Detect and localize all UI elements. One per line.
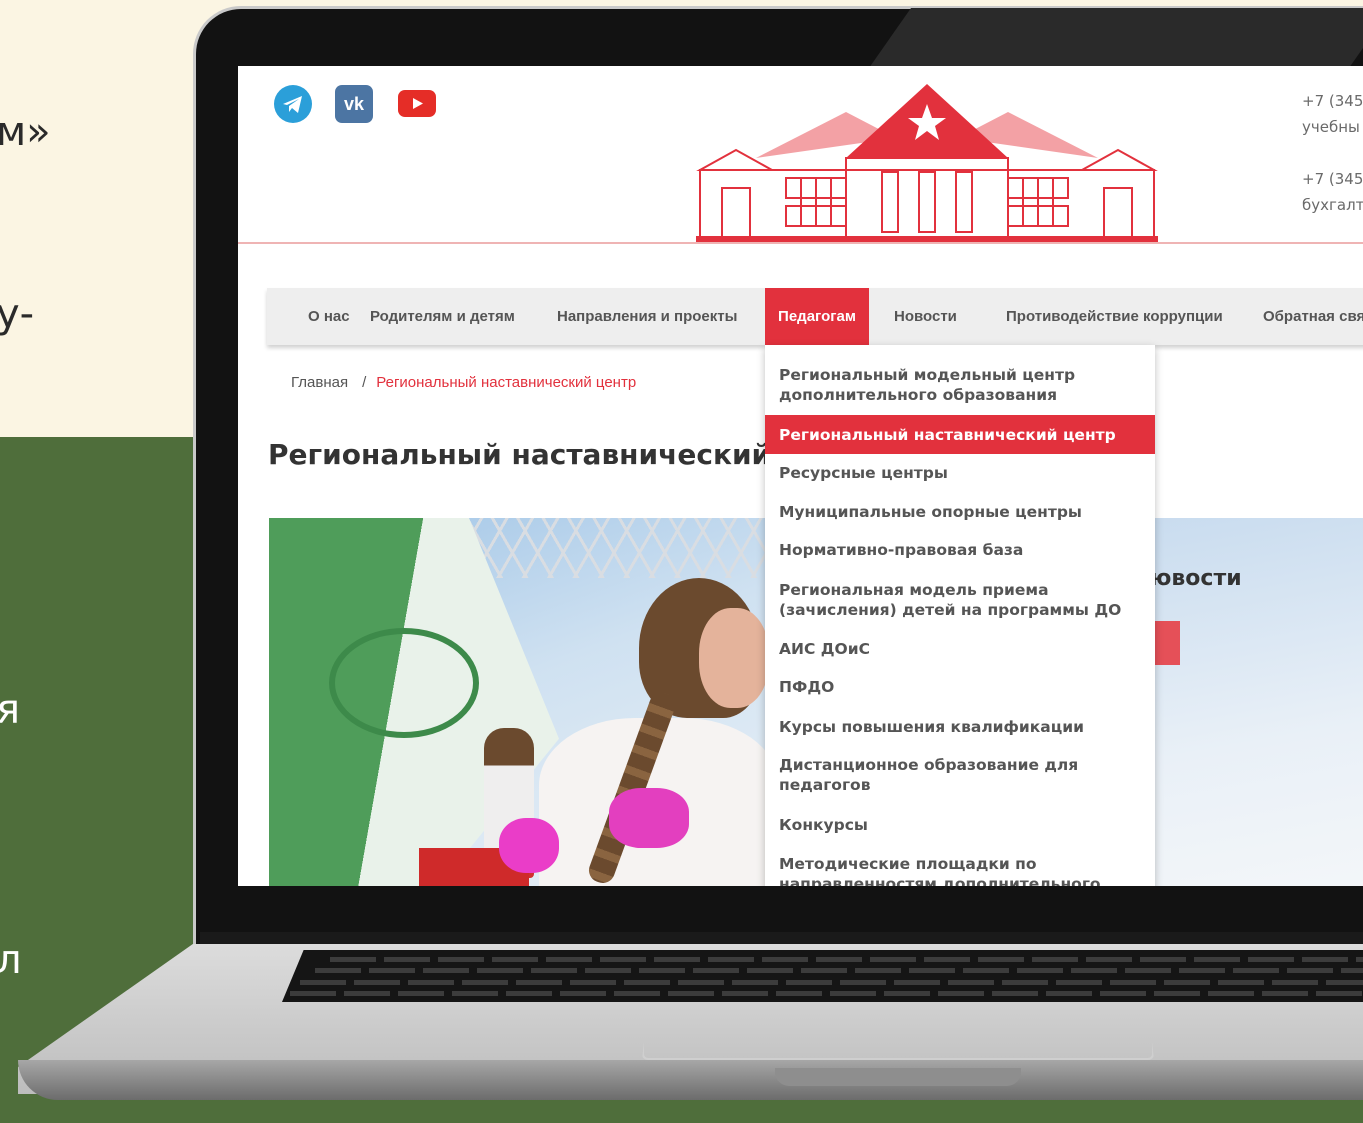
laptop-lid-reflection — [868, 8, 1363, 68]
dropdown-item-legal-base[interactable]: Нормативно-правовая база — [765, 540, 1155, 560]
laptop-base-front — [18, 1060, 1363, 1100]
youtube-play-glyph — [413, 98, 423, 109]
dancer-pink-bow-2 — [499, 818, 559, 873]
phone-1-label: учебны — [1302, 118, 1360, 136]
stage-truss — [449, 518, 769, 578]
dropdown-item-methodical-sites[interactable]: Методические площадки по направленностям… — [765, 854, 1155, 886]
flag-emblem — [329, 628, 479, 738]
slide-text-fragment-3: я — [0, 687, 21, 733]
dropdown-item-resource-centers[interactable]: Ресурсные центры — [765, 463, 1155, 483]
keyboard-row — [315, 968, 1363, 973]
dropdown-item-model-center[interactable]: Региональный модельный центр дополнитель… — [765, 365, 1155, 405]
news-section-title: ювости — [1150, 566, 1242, 591]
breadcrumb-home[interactable]: Главная — [291, 374, 348, 391]
keyboard-row — [290, 991, 1363, 996]
nav-item-parents[interactable]: Родителям и детям — [370, 288, 515, 345]
teachers-dropdown-menu: Региональный модельный центр дополнитель… — [765, 345, 1155, 886]
breadcrumb-separator: / — [362, 374, 367, 391]
breadcrumb-current: Региональный наставнический центр — [376, 374, 637, 391]
keyboard-row — [330, 957, 1363, 962]
hero-photo — [269, 518, 769, 886]
header-contacts: +7 (345 учебны +7 (345 бухгалт — [1302, 88, 1363, 218]
site-logo-building[interactable] — [696, 80, 1158, 244]
dropdown-item-contests[interactable]: Конкурсы — [765, 815, 1155, 835]
laptop-notch — [775, 1068, 1021, 1086]
phone-2[interactable]: +7 (345 — [1302, 166, 1363, 192]
nav-item-directions[interactable]: Направления и проекты — [557, 288, 737, 345]
slide-text-fragment-4: л — [0, 937, 22, 983]
phone-1[interactable]: +7 (345 — [1302, 88, 1363, 114]
laptop-touchpad — [642, 1012, 1154, 1060]
nav-item-anticorruption[interactable]: Противодействие коррупции — [1006, 288, 1223, 345]
dropdown-item-courses[interactable]: Курсы повышения квалификации — [765, 717, 1155, 737]
vk-icon[interactable]: vk — [335, 85, 373, 123]
dropdown-item-pfdo[interactable]: ПФДО — [765, 677, 1155, 697]
dancer-face — [699, 608, 769, 708]
dropdown-item-distance-education[interactable]: Дистанционное образование для педагогов — [765, 755, 1155, 795]
nav-item-teachers[interactable]: Педагогам — [765, 288, 869, 345]
keyboard-row — [300, 980, 1363, 985]
nav-item-about[interactable]: О нас — [308, 288, 350, 345]
header-divider — [238, 242, 1363, 244]
slide-text-fragment-2: у- — [0, 291, 35, 337]
vk-icon-glyph: vk — [343, 93, 365, 114]
nav-item-feedback[interactable]: Обратная свя — [1263, 288, 1363, 345]
phone-2-label: бухгалт — [1302, 196, 1363, 214]
telegram-plane-glyph — [283, 96, 302, 113]
dropdown-item-admission-model[interactable]: Региональная модель приема (зачисления) … — [765, 580, 1155, 620]
dropdown-item-ais-dois[interactable]: АИС ДОиС — [765, 639, 1155, 659]
main-nav: О нас Родителям и детям Направления и пр… — [267, 288, 1363, 345]
dropdown-item-municipal-centers[interactable]: Муниципальные опорные центры — [765, 502, 1155, 522]
nav-item-news[interactable]: Новости — [894, 288, 957, 345]
youtube-icon[interactable] — [398, 90, 436, 117]
page-title: Региональный наставнический ц — [268, 438, 802, 471]
dropdown-item-mentoring-center[interactable]: Региональный наставнический центр — [765, 415, 1155, 454]
news-button[interactable] — [1154, 621, 1180, 665]
telegram-icon[interactable] — [274, 85, 312, 123]
slide-text-fragment-1: м» — [0, 109, 51, 155]
browser-screen: vk +7 (345 учебны +7 (345 бухгалт О нас … — [238, 66, 1363, 886]
breadcrumb: Главная / Региональный наставнический цент… — [291, 374, 636, 391]
dancer-pink-bow — [609, 788, 689, 848]
